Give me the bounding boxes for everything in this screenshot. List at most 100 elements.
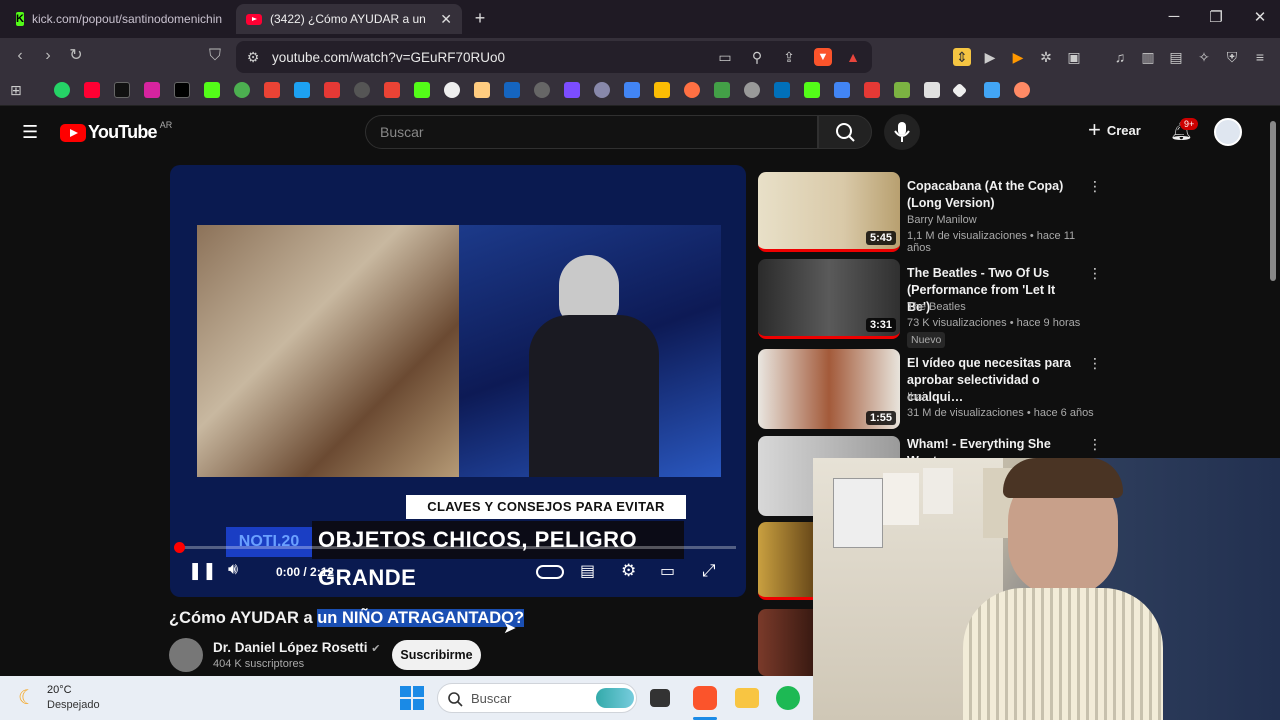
- download-green-icon[interactable]: [894, 82, 910, 98]
- gmail-bookmark-icon-2[interactable]: [384, 82, 400, 98]
- theater-mode-icon[interactable]: ▭: [660, 561, 675, 581]
- screenshot-icon[interactable]: ▣: [1065, 48, 1083, 66]
- youtube-logo[interactable]: YouTube AR: [60, 120, 172, 143]
- bookmark-icon-11[interactable]: [354, 82, 370, 98]
- search-input[interactable]: Buscar: [365, 115, 818, 149]
- subscribe-button[interactable]: Suscribirme: [392, 640, 481, 670]
- menu-icon[interactable]: ≡: [1251, 48, 1269, 66]
- file-bookmark-icon[interactable]: [924, 82, 940, 98]
- more-options-icon[interactable]: ⋮: [1088, 436, 1102, 453]
- music-icon[interactable]: ♫: [1111, 48, 1129, 66]
- recommendation-item[interactable]: 5:45 Copacabana (At the Copa) (Long Vers…: [758, 172, 1102, 254]
- download-blue-icon[interactable]: [984, 82, 1000, 98]
- recommendation-title[interactable]: Copacabana (At the Copa) (Long Version): [907, 178, 1077, 212]
- kick-bookmark-icon[interactable]: [204, 82, 220, 98]
- create-button[interactable]: + Crear: [1088, 119, 1141, 141]
- bookmark-icon-18[interactable]: [564, 82, 580, 98]
- orange-play-icon[interactable]: ▶: [1009, 48, 1027, 66]
- drive-icon[interactable]: [654, 82, 670, 98]
- diamond-bookmark-icon[interactable]: [951, 82, 968, 99]
- bookmark-icon-14[interactable]: [444, 82, 460, 98]
- puzzle-icon[interactable]: ✲: [1037, 48, 1055, 66]
- tab-kick[interactable]: K kick.com/popout/santinodomenichin: [6, 4, 232, 34]
- cast-icon[interactable]: ▭: [716, 48, 734, 66]
- tiktok-icon[interactable]: [114, 82, 130, 98]
- video-thumbnail[interactable]: 1:55: [758, 349, 900, 429]
- progress-bar[interactable]: [180, 546, 736, 549]
- docs-bookmark-icon-2[interactable]: [834, 82, 850, 98]
- recommendation-item[interactable]: 3:31 The Beatles - Two Of Us (Performanc…: [758, 259, 1102, 348]
- page-scrollbar[interactable]: [1266, 107, 1280, 457]
- download-bookmark-icon[interactable]: [864, 82, 880, 98]
- volume-icon[interactable]: 🔊︎: [228, 561, 238, 579]
- new-tab-button[interactable]: +: [470, 8, 490, 29]
- recommendation-channel[interactable]: Barry Manilow: [907, 214, 977, 226]
- fullscreen-icon[interactable]: ⤢: [702, 561, 716, 581]
- video-thumbnail[interactable]: [758, 522, 813, 600]
- bookmark-icon-9[interactable]: [294, 82, 310, 98]
- weather-moon-icon[interactable]: ☾: [18, 685, 36, 710]
- brave-browser-icon[interactable]: [693, 686, 717, 710]
- bookmark-icon[interactable]: ⛉: [205, 46, 225, 66]
- leo-icon[interactable]: ✧: [1195, 48, 1213, 66]
- bookmark-icon-19[interactable]: [594, 82, 610, 98]
- recommendation-title[interactable]: El vídeo que necesitas para aprobar sele…: [907, 355, 1077, 406]
- kick-bookmark-icon-3[interactable]: [804, 82, 820, 98]
- search-button[interactable]: [818, 115, 872, 149]
- spotify-icon[interactable]: [776, 686, 800, 710]
- windows-start-icon[interactable]: [400, 686, 424, 710]
- bookmark-icon-24[interactable]: [744, 82, 760, 98]
- paypal-icon[interactable]: [774, 82, 790, 98]
- site-info-icon[interactable]: ⚙: [244, 48, 262, 66]
- autoplay-toggle[interactable]: [536, 565, 564, 579]
- scrollbar-thumb[interactable]: [1270, 121, 1276, 281]
- gmail-icon[interactable]: [264, 82, 280, 98]
- x-icon[interactable]: [174, 82, 190, 98]
- kick-bookmark-icon-2[interactable]: [414, 82, 430, 98]
- back-icon[interactable]: ‹: [10, 46, 30, 66]
- progress-scrubber[interactable]: [174, 542, 185, 553]
- settings-gear-icon[interactable]: ⚙: [621, 561, 636, 581]
- file-explorer-icon[interactable]: [735, 688, 759, 708]
- play-extension-icon[interactable]: ▶: [981, 48, 999, 66]
- wallet-icon[interactable]: ▤: [1167, 48, 1185, 66]
- forward-icon[interactable]: ›: [38, 46, 58, 66]
- video-player[interactable]: CLAVES Y CONSEJOS PARA EVITAR RIESGOS NO…: [170, 165, 746, 597]
- recommendation-channel[interactable]: The Beatles: [907, 301, 966, 313]
- more-options-icon[interactable]: ⋮: [1088, 178, 1102, 195]
- taskbar-search-input[interactable]: Buscar: [437, 683, 637, 713]
- minimize-button[interactable]: ─: [1164, 8, 1184, 25]
- reload-icon[interactable]: ↻: [66, 46, 86, 66]
- recommendation-channel[interactable]: Ibai: [907, 391, 925, 403]
- channel-name[interactable]: Dr. Daniel López Rosetti ✔: [213, 640, 381, 655]
- instagram-icon[interactable]: [144, 82, 160, 98]
- channel-avatar[interactable]: [169, 638, 203, 672]
- video-thumbnail[interactable]: 5:45: [758, 172, 900, 252]
- more-options-icon[interactable]: ⋮: [1088, 265, 1102, 282]
- bookmark-icon-16[interactable]: [504, 82, 520, 98]
- vpn-icon[interactable]: ⛨: [1223, 48, 1241, 66]
- bookmark-icon-7[interactable]: [234, 82, 250, 98]
- voice-search-button[interactable]: [884, 114, 920, 150]
- docs-icon[interactable]: [624, 82, 640, 98]
- bookmark-icon-22[interactable]: [684, 82, 700, 98]
- video-thumbnail[interactable]: 3:31: [758, 259, 900, 339]
- hamburger-menu-icon[interactable]: ☰: [22, 122, 38, 143]
- apps-grid-icon[interactable]: ⊞: [10, 82, 26, 98]
- bookmark-icon-33[interactable]: [1014, 82, 1030, 98]
- bookmark-icon-15[interactable]: [474, 82, 490, 98]
- chart-bookmark-icon[interactable]: [324, 82, 340, 98]
- video-thumbnail[interactable]: [758, 609, 813, 676]
- share-icon[interactable]: ⇪: [780, 48, 798, 66]
- bookmark-icon-17[interactable]: [534, 82, 550, 98]
- more-options-icon[interactable]: ⋮: [1088, 355, 1102, 372]
- bookmark-icon-23[interactable]: [714, 82, 730, 98]
- extension-icon[interactable]: ⇕: [953, 48, 971, 66]
- youtube-bookmark-icon[interactable]: [84, 82, 100, 98]
- maximize-button[interactable]: ❐: [1206, 8, 1226, 26]
- subtitles-icon[interactable]: ▤: [580, 561, 595, 581]
- close-window-button[interactable]: ✕: [1250, 8, 1270, 26]
- recommendation-item[interactable]: 1:55 El vídeo que necesitas para aprobar…: [758, 349, 1102, 429]
- brave-rewards-icon[interactable]: ▲: [844, 48, 862, 66]
- brave-shields-icon[interactable]: ▼: [814, 48, 832, 66]
